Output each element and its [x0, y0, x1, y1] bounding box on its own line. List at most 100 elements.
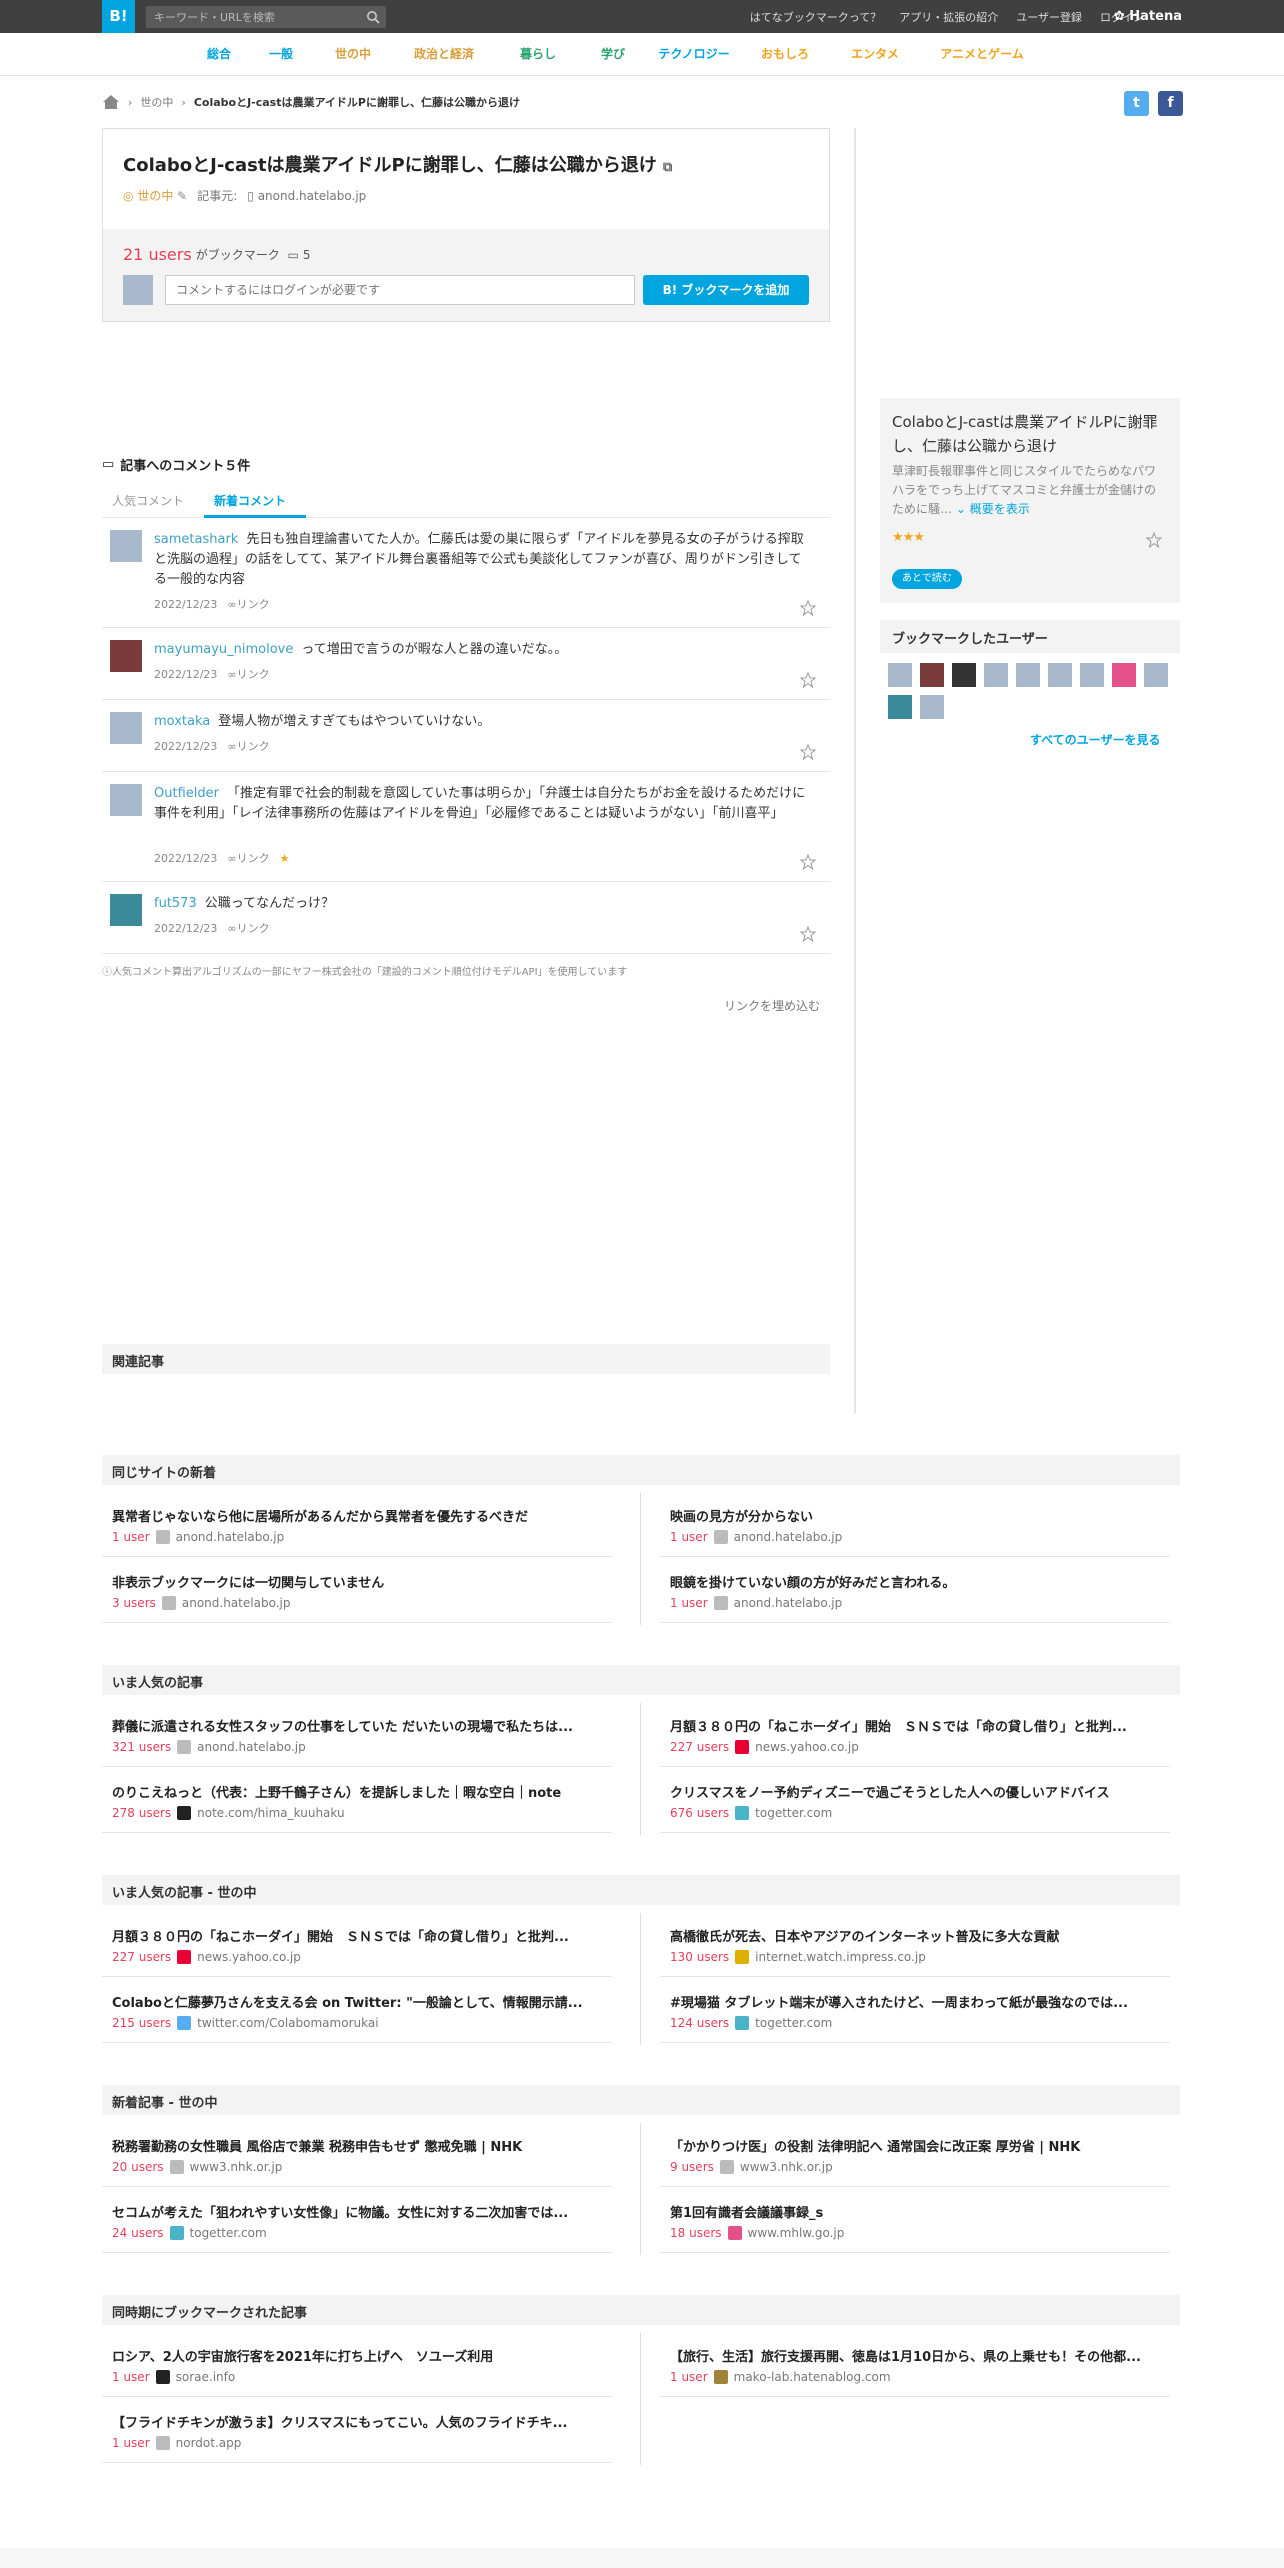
- list-item-title[interactable]: 「かかりつけ医」の役割 法律明記へ 通常国会に改正案 厚労省 | NHK: [670, 2136, 1160, 2155]
- comment-date[interactable]: 2022/12/23: [154, 922, 217, 935]
- list-item[interactable]: セコムが考えた「狙われやすい女性像」に物議。女性に対する二次加害では... 24 …: [102, 2189, 612, 2253]
- list-item[interactable]: 月額３８０円の「ねこホーダイ」開始 ＳＮＳでは「命の貸し借り」と批判... 227…: [660, 1703, 1170, 1767]
- hatena-bookmark-logo[interactable]: B!: [102, 0, 135, 33]
- category-tab[interactable]: 世の中: [312, 33, 394, 76]
- users-count[interactable]: 18 users: [670, 2226, 722, 2240]
- avatar[interactable]: [110, 530, 142, 562]
- users-count[interactable]: 676 users: [670, 1806, 729, 1820]
- list-item[interactable]: 第1回有識者会議議事録_s 18 users www.mhlw.go.jp: [660, 2189, 1170, 2253]
- avatar[interactable]: [920, 695, 944, 719]
- site-domain[interactable]: anond.hatelabo.jp: [197, 1740, 306, 1754]
- list-item[interactable]: 「かかりつけ医」の役割 法律明記へ 通常国会に改正案 厚労省 | NHK 9 us…: [660, 2123, 1170, 2187]
- top-nav-about[interactable]: はてなブックマークって？: [750, 9, 881, 25]
- facebook-share-icon[interactable]: f: [1158, 91, 1183, 116]
- users-count[interactable]: 278 users: [112, 1806, 171, 1820]
- users-count[interactable]: 1 user: [112, 1530, 150, 1544]
- source-site[interactable]: ▯ anond.hatelabo.jp: [247, 189, 366, 203]
- entry-category[interactable]: ◎ 世の中 ✎: [123, 187, 187, 204]
- comment-user[interactable]: moxtaka: [154, 714, 210, 729]
- list-item-title[interactable]: のりこえねっと（代表：上野千鶴子さん）を提訴しました｜暇な空白｜note: [112, 1782, 602, 1801]
- list-item[interactable]: 非表示ブックマークには一切関与していません 3 users anond.hatela…: [102, 1559, 612, 1623]
- list-item[interactable]: 月額３８０円の「ねこホーダイ」開始 ＳＮＳでは「命の貸し借り」と批判... 227…: [102, 1913, 612, 1977]
- category-tab[interactable]: アニメとゲーム: [924, 33, 1040, 76]
- add-star-icon[interactable]: [800, 600, 816, 616]
- comment-date[interactable]: 2022/12/23: [154, 598, 217, 611]
- list-item[interactable]: ロシア、2人の宇宙旅行客を2021年に打ち上げへ ソユーズ利用 1 user sor…: [102, 2333, 612, 2397]
- category-tab[interactable]: エンタメ: [826, 33, 924, 76]
- add-star-icon[interactable]: [800, 926, 816, 942]
- list-item[interactable]: 葬儀に派遣される女性スタッフの仕事をしていた だいたいの現場で私たちは... 32…: [102, 1703, 612, 1767]
- list-item[interactable]: #現場猫 タブレット端末が導入されたけど、一周まわって紙が最強なのでは... 12…: [660, 1979, 1170, 2043]
- twitter-share-icon[interactable]: t: [1124, 91, 1149, 116]
- category-tab[interactable]: 政治と経済: [394, 33, 494, 76]
- avatar[interactable]: [888, 663, 912, 687]
- search-icon[interactable]: [366, 10, 380, 24]
- avatar[interactable]: [110, 712, 142, 744]
- list-item-title[interactable]: 映画の見方が分からない: [670, 1506, 1160, 1525]
- site-domain[interactable]: sorae.info: [176, 2370, 236, 2384]
- list-item-title[interactable]: 異常者じゃないなら他に居場所があるんだから異常者を優先するべきだ: [112, 1506, 602, 1525]
- list-item-title[interactable]: 眼鏡を掛けていない顔の方が好みだと言われる。: [670, 1572, 1160, 1591]
- embed-link[interactable]: リンクを埋め込む: [724, 997, 820, 1014]
- users-count[interactable]: 215 users: [112, 2016, 171, 2030]
- list-item-title[interactable]: 高橋徹氏が死去、日本やアジアのインターネット普及に多大な貢献: [670, 1926, 1160, 1945]
- list-item[interactable]: 【フライドチキンが激うま】クリスマスにもってこい。人気のフライドチキ... 1 u…: [102, 2399, 612, 2463]
- category-tab[interactable]: 一般: [250, 33, 312, 76]
- see-all-users-link[interactable]: すべてのユーザーを見る: [1030, 731, 1160, 748]
- avatar[interactable]: [110, 784, 142, 816]
- list-item-title[interactable]: 【フライドチキンが激うま】クリスマスにもってこい。人気のフライドチキ...: [112, 2412, 602, 2431]
- list-item[interactable]: 眼鏡を掛けていない顔の方が好みだと言われる。 1 user anond.hatela…: [660, 1559, 1170, 1623]
- site-domain[interactable]: anond.hatelabo.jp: [176, 1530, 285, 1544]
- site-domain[interactable]: www3.nhk.or.jp: [190, 2160, 283, 2174]
- list-item-title[interactable]: 葬儀に派遣される女性スタッフの仕事をしていた だいたいの現場で私たちは...: [112, 1716, 602, 1735]
- tab-popular[interactable]: 人気コメント: [112, 492, 184, 509]
- users-count[interactable]: 124 users: [670, 2016, 729, 2030]
- list-item-title[interactable]: セコムが考えた「狙われやすい女性像」に物議。女性に対する二次加害では...: [112, 2202, 602, 2221]
- home-icon[interactable]: [102, 94, 120, 110]
- list-item[interactable]: 税務署勤務の女性職員 風俗店で兼業 税務申告もせず 懲戒免職 | NHK 20 u…: [102, 2123, 612, 2187]
- category-tab[interactable]: テクノロジー: [644, 33, 744, 76]
- avatar[interactable]: [1048, 663, 1072, 687]
- add-bookmark-button[interactable]: B! ブックマークを追加: [643, 275, 809, 305]
- site-domain[interactable]: anond.hatelabo.jp: [734, 1596, 843, 1610]
- avatar[interactable]: [984, 663, 1008, 687]
- comment-user[interactable]: Outfielder: [154, 786, 219, 801]
- list-item-title[interactable]: 非表示ブックマークには一切関与していません: [112, 1572, 602, 1591]
- avatar[interactable]: [110, 640, 142, 672]
- users-count[interactable]: 1 user: [670, 2370, 708, 2384]
- site-domain[interactable]: twitter.com/Colabomamorukai: [197, 2016, 378, 2030]
- site-domain[interactable]: internet.watch.impress.co.jp: [755, 1950, 926, 1964]
- list-item-title[interactable]: Colaboと仁藤夢乃さんを支える会 on Twitter: "一般論として、情…: [112, 1992, 602, 2011]
- add-star-icon[interactable]: [800, 854, 816, 870]
- list-item-title[interactable]: 税務署勤務の女性職員 風俗店で兼業 税務申告もせず 懲戒免職 | NHK: [112, 2136, 602, 2155]
- comment-date[interactable]: 2022/12/23: [154, 740, 217, 753]
- site-domain[interactable]: www3.nhk.or.jp: [740, 2160, 833, 2174]
- comment-link[interactable]: ∞リンク: [227, 738, 269, 754]
- avatar[interactable]: [1016, 663, 1040, 687]
- add-star-icon[interactable]: [1146, 532, 1162, 548]
- comment-link[interactable]: ∞リンク: [227, 850, 269, 866]
- users-count[interactable]: 227 users: [670, 1740, 729, 1754]
- edit-icon[interactable]: ✎: [177, 189, 187, 203]
- users-count[interactable]: 130 users: [670, 1950, 729, 1964]
- users-count[interactable]: 1 user: [670, 1530, 708, 1544]
- list-item-title[interactable]: ロシア、2人の宇宙旅行客を2021年に打ち上げへ ソユーズ利用: [112, 2346, 602, 2365]
- users-count[interactable]: 321 users: [112, 1740, 171, 1754]
- comment-user[interactable]: fut573: [154, 896, 197, 911]
- breadcrumb-category[interactable]: 世の中: [140, 94, 173, 110]
- list-item-title[interactable]: 第1回有識者会議議事録_s: [670, 2202, 1160, 2221]
- read-later-button[interactable]: あとで読む: [892, 569, 962, 589]
- site-domain[interactable]: togetter.com: [755, 2016, 832, 2030]
- avatar[interactable]: [888, 695, 912, 719]
- entry-title[interactable]: ColaboとJ-castは農業アイドルPに謝罪し、仁藤は公職から退け ⧉: [123, 151, 672, 177]
- comment-date[interactable]: 2022/12/23: [154, 668, 217, 681]
- site-domain[interactable]: note.com/hima_kuuhaku: [197, 1806, 344, 1820]
- users-count[interactable]: 1 user: [112, 2370, 150, 2384]
- comment-input[interactable]: [165, 275, 635, 305]
- site-domain[interactable]: news.yahoo.co.jp: [755, 1740, 859, 1754]
- search-input[interactable]: [154, 8, 354, 26]
- site-domain[interactable]: togetter.com: [190, 2226, 267, 2240]
- avatar[interactable]: [110, 894, 142, 926]
- comment-link[interactable]: ∞リンク: [227, 666, 269, 682]
- list-item[interactable]: Colaboと仁藤夢乃さんを支える会 on Twitter: "一般論として、情…: [102, 1979, 612, 2043]
